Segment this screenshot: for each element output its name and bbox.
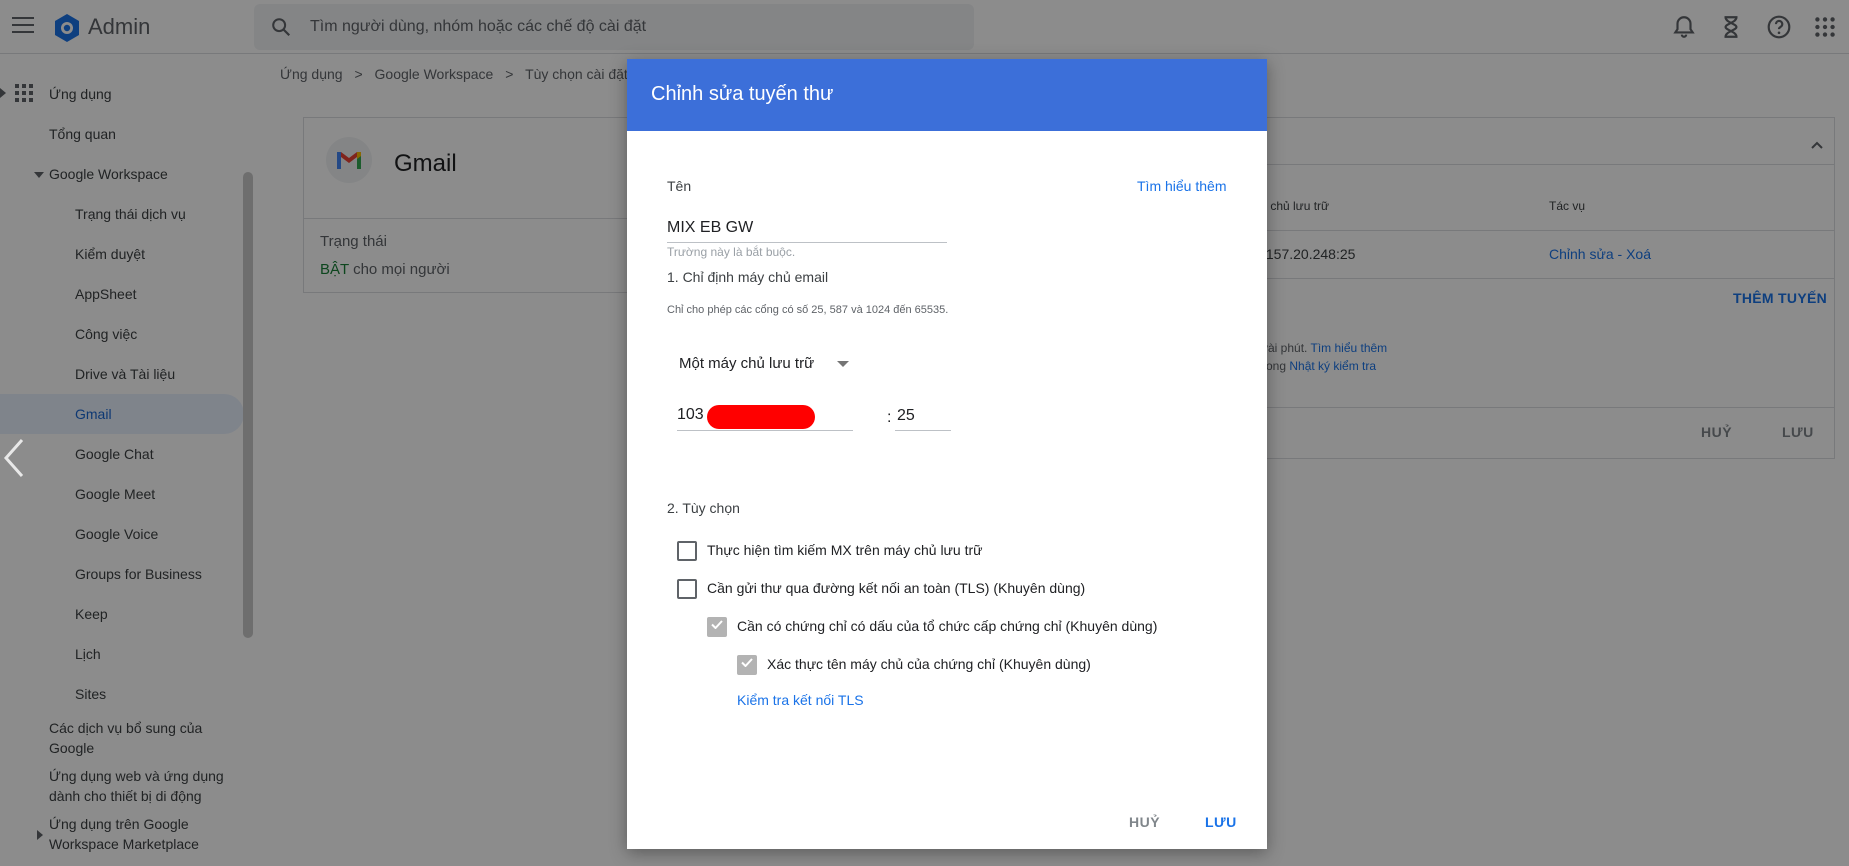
test-tls-link[interactable]: Kiểm tra kết nối TLS [737,692,864,708]
ca-signed-checkbox[interactable] [707,617,727,637]
checkmark-icon [711,620,723,629]
save-button[interactable]: LƯU [1205,814,1237,830]
required-hint: Trường này là bắt buộc. [667,245,796,259]
server-type-value: Một máy chủ lưu trữ [679,355,815,372]
option-label: Thực hiện tìm kiếm MX trên máy chủ lưu t… [707,542,983,558]
ports-note: Chỉ cho phép các cổng có số 25, 587 và 1… [667,304,949,316]
mx-lookup-checkbox[interactable] [677,541,697,561]
host-input[interactable]: 103 [677,401,853,431]
section-options: 2. Tùy chọn [667,500,740,516]
edit-route-dialog: Chỉnh sửa tuyến thư Tên Tìm hiểu thêm Tr… [627,59,1267,849]
port-separator: : [887,409,892,426]
name-label: Tên [667,178,692,194]
option-label: Xác thực tên máy chủ của chứng chỉ (Khuy… [767,656,1091,672]
back-arrow-icon[interactable] [2,436,26,480]
learn-more-link[interactable]: Tìm hiểu thêm [1137,178,1226,194]
option-label: Cần gửi thư qua đường kết nối an toàn (T… [707,580,1086,596]
section-email-server: 1. Chỉ định máy chủ email [667,269,829,285]
checkmark-icon [741,658,753,667]
server-type-select[interactable]: Một máy chủ lưu trữ [679,349,859,379]
route-name-input[interactable] [667,213,947,243]
require-tls-checkbox[interactable] [677,579,697,599]
cancel-button[interactable]: HUỶ [1129,814,1160,830]
dialog-header: Chỉnh sửa tuyến thư [627,59,1267,131]
dialog-title: Chỉnh sửa tuyến thư [651,83,834,105]
port-input[interactable] [895,401,951,431]
dropdown-caret-icon [837,361,849,367]
validate-hostname-checkbox[interactable] [737,655,757,675]
redaction-mark [707,405,815,429]
host-value: 103 [677,406,704,423]
option-label: Cần có chứng chỉ có dấu của tổ chức cấp … [737,618,1158,634]
